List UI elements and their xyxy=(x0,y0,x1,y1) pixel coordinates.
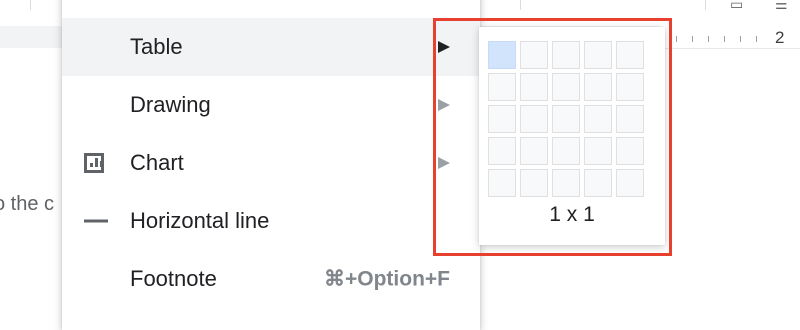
table-grid-cell[interactable] xyxy=(488,105,516,133)
table-grid-cell[interactable] xyxy=(616,169,644,197)
toolbar-divider xyxy=(30,0,31,10)
ruler-number: 2 xyxy=(775,28,785,47)
ruler-tick xyxy=(740,36,741,42)
table-grid-cell[interactable] xyxy=(520,137,548,165)
submenu-arrow-icon xyxy=(438,41,450,53)
table-grid-cell[interactable] xyxy=(584,105,612,133)
table-grid-cell[interactable] xyxy=(584,137,612,165)
horizontal-line-icon xyxy=(84,219,108,223)
table-size-label: 1 x 1 xyxy=(549,203,595,226)
table-grid-cell[interactable] xyxy=(520,41,548,69)
toolbar-divider xyxy=(520,0,521,10)
table-grid xyxy=(488,41,644,197)
menu-item-label: Drawing xyxy=(130,92,211,117)
keyboard-shortcut: ⌘+Option+F xyxy=(324,267,450,291)
menu-item-label: Footnote xyxy=(130,266,217,291)
table-grid-cell[interactable] xyxy=(520,169,548,197)
submenu-arrow-icon xyxy=(438,99,450,111)
menu-item-label: Chart xyxy=(130,150,184,175)
table-grid-cell[interactable] xyxy=(616,73,644,101)
table-grid-cell[interactable] xyxy=(488,41,516,69)
table-grid-cell[interactable] xyxy=(488,73,516,101)
table-grid-cell[interactable] xyxy=(584,73,612,101)
table-grid-cell[interactable] xyxy=(520,105,548,133)
insert-menu: Table Drawing Chart Horizontal line Foot… xyxy=(62,0,480,330)
ruler-tick xyxy=(692,36,693,42)
ruler-tick xyxy=(676,36,677,42)
table-grid-cell[interactable] xyxy=(520,73,548,101)
menu-item-table[interactable]: Table xyxy=(62,18,480,76)
menu-item-label: Horizontal line xyxy=(130,208,270,233)
menu-item-footnote[interactable]: Footnote ⌘+Option+F xyxy=(62,250,480,308)
table-grid-cell[interactable] xyxy=(616,105,644,133)
ruler-tick xyxy=(724,36,725,42)
menu-item-chart[interactable]: Chart xyxy=(62,134,480,192)
ruler-tick xyxy=(756,36,757,42)
table-grid-cell[interactable] xyxy=(552,137,580,165)
document-body-text: o the c xyxy=(0,193,55,215)
table-grid-cell[interactable] xyxy=(584,169,612,197)
menu-item-label: Table xyxy=(130,34,183,59)
table-grid-cell[interactable] xyxy=(552,169,580,197)
table-grid-cell[interactable] xyxy=(552,41,580,69)
toolbar-icon[interactable]: ☰ xyxy=(775,0,788,13)
submenu-arrow-icon xyxy=(438,157,450,169)
table-grid-cell[interactable] xyxy=(488,169,516,197)
ruler-tick xyxy=(708,36,709,42)
menu-item-horizontal-line[interactable]: Horizontal line xyxy=(62,192,480,250)
table-grid-cell[interactable] xyxy=(616,137,644,165)
table-size-picker: 1 x 1 xyxy=(479,27,665,245)
table-grid-cell[interactable] xyxy=(552,105,580,133)
table-grid-cell[interactable] xyxy=(488,137,516,165)
table-grid-cell[interactable] xyxy=(616,41,644,69)
table-grid-cell[interactable] xyxy=(552,73,580,101)
chart-icon xyxy=(84,153,104,173)
menu-item-drawing[interactable]: Drawing xyxy=(62,76,480,134)
toolbar-divider xyxy=(705,0,706,10)
toolbar-icon[interactable]: ▭ xyxy=(730,0,743,13)
table-grid-cell[interactable] xyxy=(584,41,612,69)
